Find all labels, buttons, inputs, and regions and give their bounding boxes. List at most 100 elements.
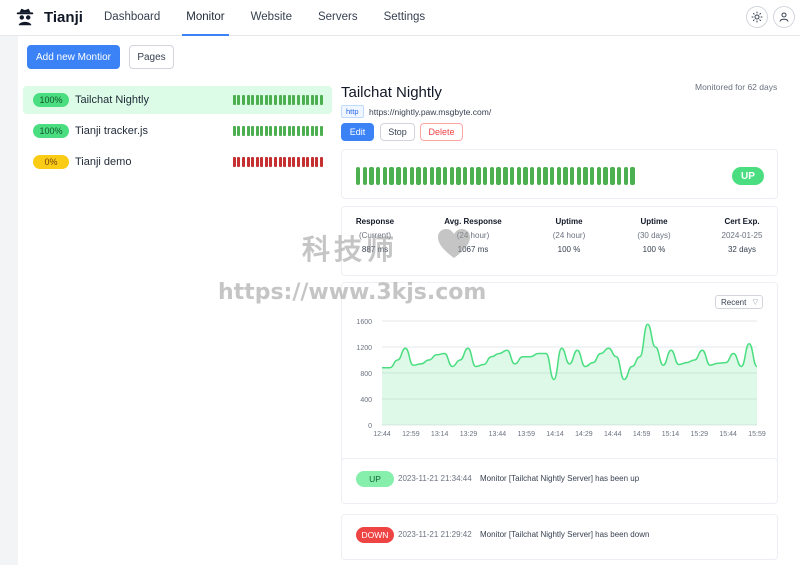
heartbeat-bar xyxy=(616,167,622,185)
heartbeat-bar xyxy=(241,95,245,105)
monitor-item-tailchat-nightly[interactable]: 100% Tailchat Nightly xyxy=(23,86,332,114)
stat-sub: (30 days) xyxy=(637,231,671,240)
heartbeat-bar xyxy=(389,167,394,185)
heartbeat-bar xyxy=(278,157,282,167)
response-time-chart: 0 400 800 1200 1600 12:44 12:59 13:14 13:29 13:44… xyxy=(356,319,766,438)
heartbeat-bar xyxy=(260,157,264,167)
series-area xyxy=(382,324,757,425)
x-tick-label: 15:59 xyxy=(748,431,766,438)
uptime-percent-badge: 100% xyxy=(33,124,69,138)
stat-header: Avg. Response xyxy=(444,217,502,226)
status-badge: UP xyxy=(732,167,764,185)
heartbeat-bar xyxy=(246,95,250,105)
stat-header: Uptime xyxy=(640,217,668,226)
heartbeat-bar xyxy=(264,95,268,105)
pages-button[interactable]: Pages xyxy=(129,45,174,69)
x-tick-label: 13:59 xyxy=(517,431,535,438)
user-icon xyxy=(779,12,789,22)
heartbeat-bar xyxy=(563,167,568,185)
heartbeat-bar xyxy=(269,95,273,105)
heartbeat-bar xyxy=(310,126,314,136)
heartbeat-bar xyxy=(260,126,264,136)
heartbeat-bar xyxy=(422,167,428,185)
heartbeat-bar xyxy=(255,157,259,167)
add-monitor-button[interactable]: Add new Montior xyxy=(27,45,120,69)
heartbeat-bar xyxy=(529,167,535,185)
heartbeat-bar xyxy=(241,157,245,167)
heartbeat-bar xyxy=(523,167,528,185)
heartbeat-bar xyxy=(449,167,455,185)
heartbeat-bar xyxy=(320,95,323,105)
y-tick-label: 0 xyxy=(368,423,372,430)
response-chart-card: Recent ▽ 0 400 800 1200 1600 12:44 12:59 13:14 1… xyxy=(341,282,778,482)
heartbeat-bar xyxy=(476,167,481,185)
event-status-badge: DOWN xyxy=(356,527,394,543)
stop-button[interactable]: Stop xyxy=(380,123,415,141)
heartbeat-bar xyxy=(320,126,323,136)
heartbeat-bar xyxy=(251,126,255,136)
heartbeat-bars xyxy=(232,126,323,136)
heartbeat-bar xyxy=(269,157,273,167)
x-tick-label: 13:44 xyxy=(489,431,507,438)
watermark-url: https://www.3kjs.com xyxy=(218,280,487,305)
stat-header: Cert Exp. xyxy=(724,217,760,226)
heartbeat-bar xyxy=(463,167,468,185)
heartbeat-bar xyxy=(382,167,388,185)
nav-monitor[interactable]: Monitor xyxy=(182,0,230,36)
monitor-item-tianji-tracker[interactable]: 100% Tianji tracker.js xyxy=(23,117,332,145)
main-nav: Dashboard Monitor Website Servers Settin… xyxy=(104,0,451,36)
heartbeat-bar xyxy=(306,126,310,136)
nav-dashboard[interactable]: Dashboard xyxy=(104,0,160,36)
heartbeat-bar xyxy=(297,126,301,136)
stat-header: Response xyxy=(355,217,395,226)
x-tick-label: 14:14 xyxy=(546,431,564,438)
heartbeat-bar xyxy=(576,167,582,185)
heartbeat-bar xyxy=(232,126,236,136)
event-message: Monitor [Tailchat Nightly Server] has be… xyxy=(480,474,640,483)
monitor-url[interactable]: https://nightly.paw.msgbyte.com/ xyxy=(369,107,491,117)
stat-header: Uptime xyxy=(555,217,583,226)
heartbeat-bar xyxy=(278,95,282,105)
heartbeat-bar xyxy=(362,167,368,185)
heartbeat-bar xyxy=(292,95,296,105)
heartbeat-bar xyxy=(436,167,441,185)
heartbeat-bar xyxy=(456,167,461,185)
heartbeat-bar xyxy=(630,167,635,185)
heartbeat-bar xyxy=(274,157,278,167)
heartbeat-bar xyxy=(283,157,287,167)
heartbeat-bar xyxy=(509,167,515,185)
app-name: Tianji xyxy=(44,8,83,26)
stat-sub: 2024-01-25 xyxy=(721,231,763,240)
heartbeat-bar xyxy=(301,126,305,136)
theme-toggle-button[interactable] xyxy=(746,6,768,28)
heartbeat-bar xyxy=(429,167,434,185)
heartbeat-bar xyxy=(232,95,236,105)
y-tick-label: 400 xyxy=(360,397,372,404)
app-logo[interactable]: Tianji xyxy=(14,6,83,28)
heartbeat-bars xyxy=(232,95,323,105)
monitor-item-tianji-demo[interactable]: 0% Tianji demo xyxy=(23,148,332,176)
heartbeat-bar xyxy=(570,167,575,185)
heartbeat-bar xyxy=(260,95,264,105)
heartbeat-bar xyxy=(549,167,555,185)
heartbeat-bar xyxy=(306,95,310,105)
nav-website[interactable]: Website xyxy=(251,0,292,36)
event-card-up: UP 2023-11-21 21:34:44 Monitor [Tailchat… xyxy=(341,458,778,504)
delete-button[interactable]: Delete xyxy=(420,123,463,141)
heartbeat-bar xyxy=(255,95,259,105)
heartbeat-bar xyxy=(489,167,495,185)
heartbeat-bar xyxy=(310,95,314,105)
heartbeat-bar xyxy=(292,126,296,136)
heartbeat-bar xyxy=(556,167,562,185)
edit-button[interactable]: Edit xyxy=(341,123,374,141)
monitor-type-tag: http xyxy=(341,105,364,118)
event-message: Monitor [Tailchat Nightly Server] has be… xyxy=(480,530,650,539)
heartbeat-bar xyxy=(237,95,241,105)
x-tick-label: 14:59 xyxy=(633,431,651,438)
event-card-down: DOWN 2023-11-21 21:29:42 Monitor [Tailch… xyxy=(341,514,778,560)
x-tick-label: 15:29 xyxy=(691,431,709,438)
nav-servers[interactable]: Servers xyxy=(318,0,358,36)
user-menu-button[interactable] xyxy=(773,6,795,28)
nav-settings[interactable]: Settings xyxy=(384,0,426,36)
heartbeat-bar xyxy=(320,157,323,167)
